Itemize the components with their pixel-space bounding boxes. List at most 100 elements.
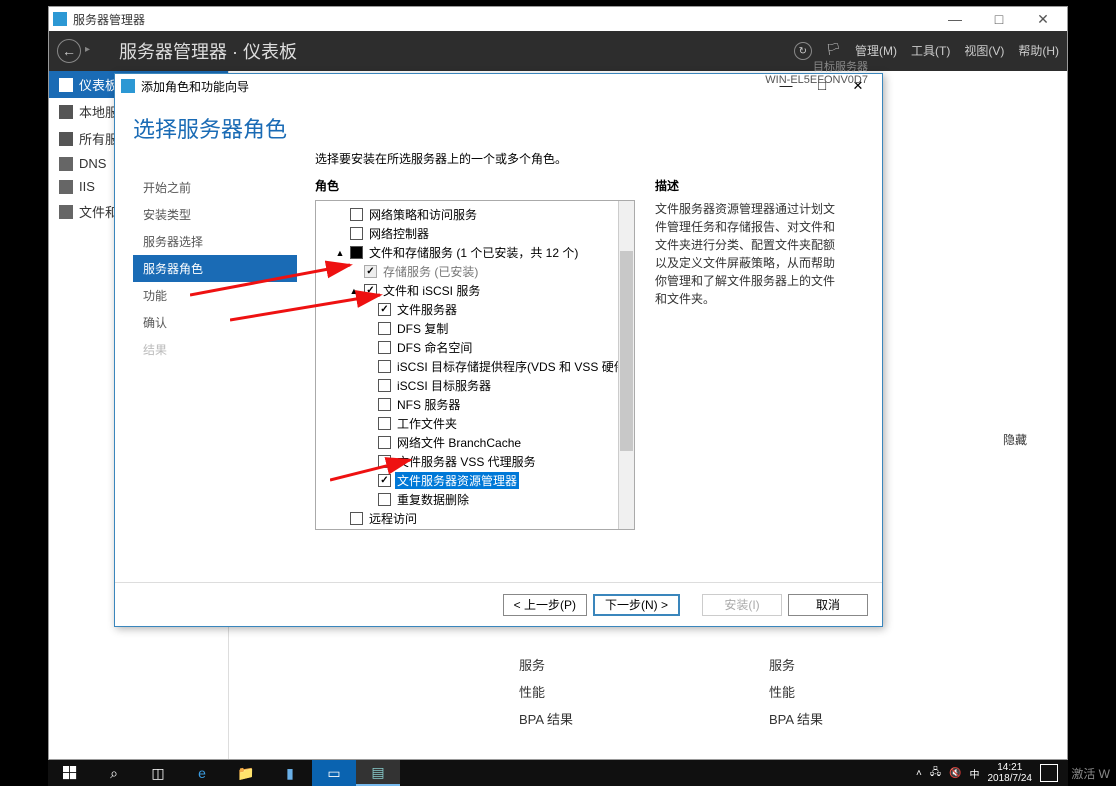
role-label[interactable]: DFS 命名空间 — [395, 339, 474, 356]
menu-view[interactable]: 视图(V) — [964, 42, 1004, 60]
role-label[interactable]: iSCSI 目标存储提供程序(VDS 和 VSS 硬件 — [395, 358, 628, 375]
role-label[interactable]: 文件服务器 VSS 代理服务 — [395, 453, 538, 470]
role-label[interactable]: 远程访问 — [367, 510, 419, 527]
tile-item[interactable]: 性能 — [769, 678, 969, 705]
role-item-4[interactable]: ▲ 文件和 iSCSI 服务 — [318, 281, 632, 300]
role-item-11[interactable]: 工作文件夹 — [318, 414, 632, 433]
cancel-button[interactable]: 取消 — [788, 594, 868, 616]
wizard-nav-4[interactable]: 功能 — [133, 282, 297, 309]
role-checkbox[interactable] — [364, 265, 377, 278]
role-item-14[interactable]: 文件服务器资源管理器 — [318, 471, 632, 490]
role-checkbox[interactable] — [378, 341, 391, 354]
action-center-icon[interactable] — [1040, 764, 1058, 782]
search-button[interactable]: ⌕ — [92, 760, 136, 786]
role-label[interactable]: 重复数据删除 — [395, 491, 471, 508]
role-checkbox[interactable] — [378, 398, 391, 411]
minimize-button[interactable]: — — [935, 11, 975, 28]
role-item-1[interactable]: 网络控制器 — [318, 224, 632, 243]
role-checkbox[interactable] — [378, 322, 391, 335]
role-checkbox[interactable] — [350, 512, 363, 525]
close-button[interactable]: ✕ — [1023, 11, 1063, 28]
role-item-0[interactable]: 网络策略和访问服务 — [318, 205, 632, 224]
roles-scrollbar[interactable] — [618, 201, 634, 529]
start-button[interactable] — [48, 760, 92, 786]
tile-item[interactable]: 服务 — [519, 651, 719, 678]
role-checkbox[interactable] — [378, 493, 391, 506]
role-label[interactable]: DFS 复制 — [395, 320, 450, 337]
role-checkbox[interactable] — [378, 455, 391, 468]
role-item-15[interactable]: 重复数据删除 — [318, 490, 632, 509]
tray-chevron-icon[interactable]: ˄ — [916, 768, 922, 779]
role-item-13[interactable]: 文件服务器 VSS 代理服务 — [318, 452, 632, 471]
expand-toggle-icon[interactable]: ▲ — [348, 286, 360, 296]
menu-help[interactable]: 帮助(H) — [1018, 42, 1059, 60]
wizard-heading: 选择服务器角色 — [133, 112, 297, 144]
tile-item[interactable]: BPA 结果 — [769, 705, 969, 732]
role-label[interactable]: 存储服务 (已安装) — [381, 263, 480, 280]
volume-icon[interactable]: 🔇 — [949, 768, 961, 779]
menu-tools[interactable]: 工具(T) — [911, 42, 950, 60]
server-manager-taskbar[interactable]: ▤ — [356, 760, 400, 786]
role-item-6[interactable]: DFS 复制 — [318, 319, 632, 338]
roles-tree[interactable]: 网络策略和访问服务网络控制器 ▲ 文件和存储服务 (1 个已安装，共 12 个) 存储… — [315, 200, 635, 530]
role-label[interactable]: 网络策略和访问服务 — [367, 206, 479, 223]
role-checkbox[interactable] — [364, 284, 377, 297]
back-button[interactable]: ← — [57, 39, 81, 63]
role-item-7[interactable]: DFS 命名空间 — [318, 338, 632, 357]
wizard-nav-1[interactable]: 安装类型 — [133, 201, 297, 228]
role-label[interactable]: 工作文件夹 — [395, 415, 459, 432]
role-label[interactable]: NFS 服务器 — [395, 396, 462, 413]
role-label[interactable]: 文件服务器 — [395, 301, 459, 318]
role-label[interactable]: 文件服务器资源管理器 — [395, 472, 519, 489]
role-label[interactable]: 文件和存储服务 (1 个已安装，共 12 个) — [367, 244, 580, 261]
prev-button[interactable]: < 上一步(P) — [503, 594, 587, 616]
taskbar-app-2[interactable]: ▭ — [312, 760, 356, 786]
explorer-button[interactable]: 📁 — [224, 760, 268, 786]
role-checkbox[interactable] — [378, 417, 391, 430]
wizard-nav-0[interactable]: 开始之前 — [133, 174, 297, 201]
role-item-3[interactable]: 存储服务 (已安装) — [318, 262, 632, 281]
role-checkbox[interactable] — [378, 436, 391, 449]
hide-link[interactable]: 隐藏 — [1003, 431, 1027, 448]
role-label[interactable]: 远程桌面服务 — [367, 529, 443, 530]
wizard-nav-5[interactable]: 确认 — [133, 309, 297, 336]
tile-item[interactable]: 性能 — [519, 678, 719, 705]
role-checkbox[interactable] — [378, 303, 391, 316]
ie-button[interactable]: e — [180, 760, 224, 786]
watermark: 激活 W — [1071, 765, 1110, 782]
target-server-name: WIN-EL5EFONV0D7 — [765, 74, 868, 86]
role-item-16[interactable]: 远程访问 — [318, 509, 632, 528]
role-label[interactable]: 网络文件 BranchCache — [395, 434, 523, 451]
taskbar-app-1[interactable]: ▮ — [268, 760, 312, 786]
role-checkbox[interactable] — [350, 246, 363, 259]
expand-toggle-icon[interactable]: ▲ — [334, 248, 346, 258]
wizard-nav-3[interactable]: 服务器角色 — [133, 255, 297, 282]
ime-icon[interactable]: 中 — [970, 766, 980, 781]
role-checkbox[interactable] — [378, 474, 391, 487]
tile-item[interactable]: 服务 — [769, 651, 969, 678]
role-item-17[interactable]: 远程桌面服务 — [318, 528, 632, 530]
forward-button[interactable]: ▸ — [85, 44, 99, 58]
role-label[interactable]: 网络控制器 — [367, 225, 431, 242]
role-item-2[interactable]: ▲ 文件和存储服务 (1 个已安装，共 12 个) — [318, 243, 632, 262]
role-checkbox[interactable] — [378, 360, 391, 373]
role-checkbox[interactable] — [378, 379, 391, 392]
wizard-nav-2[interactable]: 服务器选择 — [133, 228, 297, 255]
role-label[interactable]: iSCSI 目标服务器 — [395, 377, 493, 394]
tile-left: 服务 性能 BPA 结果 — [519, 651, 719, 732]
role-item-12[interactable]: 网络文件 BranchCache — [318, 433, 632, 452]
maximize-button[interactable]: □ — [979, 11, 1019, 28]
role-item-10[interactable]: NFS 服务器 — [318, 395, 632, 414]
role-item-8[interactable]: iSCSI 目标存储提供程序(VDS 和 VSS 硬件 — [318, 357, 632, 376]
scrollbar-thumb[interactable] — [620, 251, 633, 451]
next-button[interactable]: 下一步(N) > — [593, 594, 680, 616]
role-checkbox[interactable] — [350, 208, 363, 221]
clock[interactable]: 14:21 2018/7/24 — [988, 762, 1033, 784]
task-view-button[interactable]: ◫ — [136, 760, 180, 786]
role-checkbox[interactable] — [350, 227, 363, 240]
tile-item[interactable]: BPA 结果 — [519, 705, 719, 732]
network-icon[interactable]: 🖧 — [930, 765, 941, 782]
role-item-5[interactable]: 文件服务器 — [318, 300, 632, 319]
role-label[interactable]: 文件和 iSCSI 服务 — [381, 282, 482, 299]
role-item-9[interactable]: iSCSI 目标服务器 — [318, 376, 632, 395]
